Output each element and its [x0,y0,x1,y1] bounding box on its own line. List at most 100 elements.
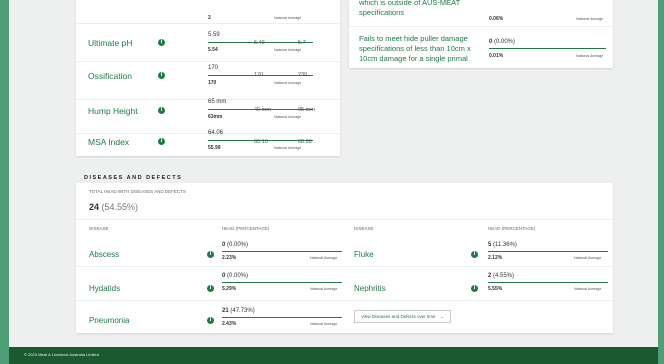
col-header-disease-left: DISEASE [89,226,109,231]
disease-count: 21 [222,308,229,314]
metric-label: Ossification [88,71,132,81]
button-label: View Diseases and Defects over time [361,314,436,319]
section-title: DISEASES AND DEFECTS [84,175,183,181]
specs-card: which is outside of AUS-MEAT specificati… [349,0,613,68]
disease-average: 5.55% [488,286,503,292]
disease-percent: (11.36%) [491,242,517,248]
national-average-label: National Average [274,81,302,85]
metric-label: Hump Height [88,106,138,116]
national-average-label: National Average [310,256,338,260]
metric-value: 65 mm [208,99,227,105]
info-icon[interactable]: i [158,39,165,46]
national-average-label: National Average [274,115,302,119]
spec-row-hide-puller: Fails to meet hide puller damage specifi… [349,28,613,68]
disease-average: 2.43% [222,321,237,327]
metric-average: 5.54 [208,47,218,53]
disease-value: 2 (4.55%) [488,273,514,279]
national-average-label: National Average [576,54,604,58]
spec-average: 0.06% [489,16,504,22]
national-average-label: National Average [574,287,602,291]
disease-name: Nephritis [354,284,386,293]
metric-max-msa-index: 68.68 [298,139,312,145]
disease-row-pneumonia: Pneumonia i 21 (47.73%) 2.43% National A… [76,306,344,333]
metric-value: 170 [208,65,219,71]
disease-percent: (0.00%) [225,273,249,279]
col-header-head-left: HEAD (PERCENTAGE) [222,226,270,231]
disease-row-abscess: Abscess i 0 (0.00%) 2.23% National Avera… [76,240,344,267]
national-average-label: National Average [574,256,602,260]
col-header-head-right: HEAD (PERCENTAGE) [488,226,536,231]
metric-value: 5.59 [208,32,220,38]
metric-min-hump-height: 40 mm [254,107,271,113]
metric-value: 64.06 [208,130,224,136]
metric-max-ultimate-ph: 5.7 [298,40,306,46]
total-label: TOTAL HEAD WITH DISEASES AND DEFECTS [89,189,186,194]
disease-percent: (4.55%) [491,273,515,279]
metric-value: 2 [208,15,211,21]
total-value: 24 (54.55%) [89,202,138,212]
diseases-card: TOTAL HEAD WITH DISEASES AND DEFECTS 24 … [76,183,613,333]
disease-row-hydatids: Hydatids i 0 (0.00%) 5.29% National Aver… [76,273,344,301]
metric-min-ossification: 120 [254,72,264,78]
spec-average: 0.01% [489,53,504,59]
disease-percent: (0.00%) [225,242,249,248]
metric-max-ossification: 230 [298,72,308,78]
view-diseases-over-time-button[interactable]: View Diseases and Defects over time → [354,310,452,323]
disease-percent: (47.73%) [228,308,255,314]
disease-row-nephritis: Nephritis i 2 (4.55%) 5.55% National Ave… [344,273,613,301]
arrow-right-icon: → [439,314,445,319]
info-icon[interactable]: i [158,107,165,114]
disease-value: 21 (47.73%) [222,308,255,314]
national-average-label: National Average [274,146,302,150]
national-average-label: National Average [274,48,302,52]
footer-copyright: © 2023 Meat & Livestock Australia Limite… [24,352,99,357]
disease-name: Hydatids [89,284,121,293]
meat-metrics-card: 2 National Average Ultimate pH i 5.59 5.… [76,0,340,156]
national-average-label: National Average [310,322,338,326]
spec-label: Fails to meet hide puller damage specifi… [359,34,471,63]
info-icon[interactable]: i [207,317,214,324]
spec-label: which is outside of AUS-MEAT specificati… [359,0,461,17]
disease-value: 0 (0.00%) [222,273,248,279]
info-icon[interactable]: i [158,138,165,145]
disease-name: Fluke [354,250,374,259]
metric-row-ossification: Ossification i 170 170 National Average [76,62,340,100]
disease-average: 2.12% [488,255,503,261]
disease-value: 0 (0.00%) [222,242,248,248]
metric-label: Ultimate pH [88,38,133,48]
site-footer: © 2023 Meat & Livestock Australia Limite… [9,347,658,364]
info-icon[interactable]: i [207,251,214,258]
info-icon[interactable]: i [158,72,165,79]
national-average-label: National Average [576,17,604,21]
disease-average: 5.29% [222,286,237,292]
metric-average: 63mm [208,114,223,120]
disease-average: 2.23% [222,255,237,261]
spec-row-outside: which is outside of AUS-MEAT specificati… [349,0,613,27]
info-icon[interactable]: i [471,285,478,292]
disease-bar [488,251,608,252]
info-icon[interactable]: i [471,251,478,258]
metric-min-ultimate-ph: 5.49 [254,40,265,46]
disease-bar [222,282,342,283]
spec-value: 0 (0.00%) [489,39,515,45]
disease-bar [488,282,608,283]
info-icon[interactable]: i [207,285,214,292]
divider [76,219,613,220]
spec-value-percent: (0.00%) [492,39,516,45]
disease-bar [222,251,342,252]
disease-name: Abscess [89,250,120,259]
metric-average: 55.99 [208,145,221,151]
national-average-label: National Average [310,287,338,291]
national-average-label: National Average [274,16,302,20]
total-percent: (54.55%) [99,202,139,212]
metric-row-partial: 2 National Average [76,0,340,24]
total-count: 24 [89,202,100,212]
disease-bar [222,317,342,318]
disease-value: 5 (11.36%) [488,242,517,248]
page: 2 National Average Ultimate pH i 5.59 5.… [9,0,658,364]
disease-name: Pneumonia [89,316,130,325]
metric-min-msa-index: 60.10 [254,139,268,145]
metric-average: 170 [208,80,217,86]
spec-bar [489,48,606,49]
col-header-disease-right: DISEASE [354,226,374,231]
